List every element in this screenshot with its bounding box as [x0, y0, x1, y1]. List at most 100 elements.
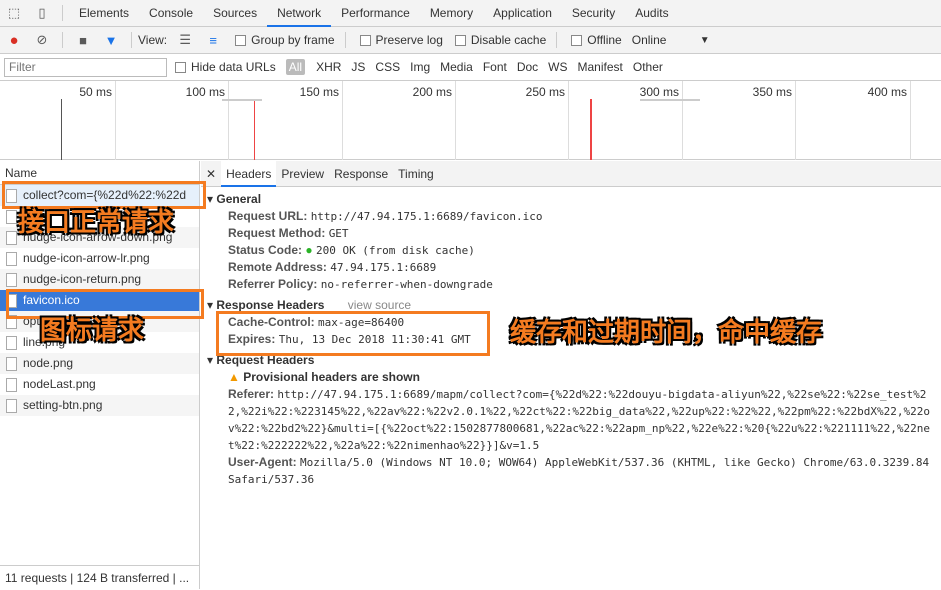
clear-icon[interactable]: ⊘ — [34, 32, 50, 48]
tab-performance[interactable]: Performance — [331, 0, 420, 27]
filter-type-media[interactable]: Media — [440, 60, 473, 74]
filter-type-css[interactable]: CSS — [375, 60, 400, 74]
header-key: Request URL: — [228, 209, 308, 223]
waterfall-icon[interactable]: ≡ — [205, 32, 221, 48]
group-by-frame-label: Group by frame — [251, 33, 335, 47]
timeline-tick: 50 ms — [79, 81, 116, 160]
general-section: ▾ General Request URL: http://47.94.175.… — [201, 187, 941, 293]
header-key: Request Method: — [228, 226, 326, 240]
file-icon — [6, 398, 17, 413]
close-icon[interactable]: ✕ — [201, 167, 221, 181]
general-toggle[interactable]: ▾ General — [207, 191, 941, 208]
header-row: Referer: http://47.94.175.1:6689/mapm/co… — [207, 386, 941, 454]
tab-application[interactable]: Application — [483, 0, 562, 27]
file-icon — [6, 272, 17, 287]
header-key: Status Code: — [228, 243, 303, 257]
offline-checkbox[interactable] — [571, 34, 583, 46]
tab-timing[interactable]: Timing — [393, 167, 439, 181]
header-value: 47.94.175.1:6689 — [330, 261, 437, 274]
throttle-select[interactable]: Online — [632, 33, 692, 47]
filter-type-manifest[interactable]: Manifest — [578, 60, 623, 74]
device-toolbar-icon[interactable]: ▯ — [34, 5, 50, 21]
disable-cache-checkbox[interactable] — [454, 34, 466, 46]
preserve-log-label: Preserve log — [375, 33, 443, 47]
header-value: GET — [328, 227, 349, 240]
header-row: Request Method: GET — [207, 225, 941, 242]
status-bar: 11 requests | 124 B transferred | ... — [0, 565, 199, 589]
request-name: node.png — [23, 356, 74, 370]
annotation-box — [216, 311, 490, 356]
tab-console[interactable]: Console — [139, 0, 203, 27]
header-row: Status Code: ● 200 OK (from disk cache) — [207, 242, 941, 259]
filter-input[interactable] — [4, 57, 167, 77]
view-source-link[interactable]: view source — [348, 298, 411, 312]
tab-headers[interactable]: Headers — [221, 160, 277, 187]
timeline-tick: 100 ms — [186, 81, 229, 160]
view-label: View: — [138, 33, 168, 47]
load-marker — [590, 99, 592, 160]
tab-memory[interactable]: Memory — [420, 0, 483, 27]
request-name: nudge-icon-return.png — [23, 272, 142, 286]
file-icon — [6, 356, 17, 371]
filter-type-ws[interactable]: WS — [548, 60, 567, 74]
group-by-frame-checkbox[interactable] — [235, 34, 247, 46]
request-name: setting-btn.png — [23, 398, 103, 412]
status-ok-icon: ● — [305, 243, 316, 257]
tab-response[interactable]: Response — [329, 167, 393, 181]
capture-screenshots-icon[interactable]: ■ — [75, 32, 91, 48]
request-row[interactable]: nudge-icon-return.png — [0, 269, 199, 290]
header-value: no-referrer-when-downgrade — [320, 278, 493, 291]
header-row: User-Agent: Mozilla/5.0 (Windows NT 10.0… — [207, 454, 941, 488]
timeline-tick: 300 ms — [640, 81, 683, 160]
filter-type-js[interactable]: JS — [351, 60, 365, 74]
filter-type-all[interactable]: All — [285, 59, 306, 75]
annotation-label: 图标请求 — [40, 315, 145, 345]
request-row[interactable]: node.png — [0, 353, 199, 374]
hide-data-urls-checkbox[interactable] — [175, 61, 186, 73]
preserve-log-checkbox[interactable] — [359, 34, 371, 46]
filter-type-other[interactable]: Other — [633, 60, 663, 74]
file-icon — [6, 209, 17, 224]
request-bar — [640, 99, 700, 101]
timeline-tick: 400 ms — [868, 81, 911, 160]
timeline-overview[interactable]: 50 ms 100 ms 150 ms 200 ms 250 ms 300 ms… — [0, 81, 941, 160]
devtools-tabbar: ⬚ ▯ Elements Console Sources Network Per… — [0, 0, 941, 27]
warning-icon: ▲ — [228, 370, 240, 384]
filter-type-img[interactable]: Img — [410, 60, 430, 74]
header-key: Referer: — [228, 387, 275, 401]
network-toolbar: ● ⊘ ■ ▼ View: ☰ ≡ Group by frame Preserv… — [0, 27, 941, 54]
annotation-label: 接口正常请求 — [18, 207, 175, 237]
divider — [556, 32, 558, 48]
header-value: Mozilla/5.0 (Windows NT 10.0; WOW64) App… — [228, 456, 930, 486]
request-detail-panel: ✕ Headers Preview Response Timing ▾ Gene… — [201, 160, 941, 589]
request-bar — [222, 99, 262, 101]
dom-content-loaded-marker — [61, 99, 62, 160]
filter-bar: Hide data URLs All XHR JS CSS Img Media … — [0, 54, 941, 81]
request-row[interactable]: setting-btn.png — [0, 395, 199, 416]
tab-sources[interactable]: Sources — [203, 0, 267, 27]
divider — [62, 5, 63, 21]
chevron-down-icon[interactable]: ▼ — [700, 35, 710, 46]
filter-type-doc[interactable]: Doc — [517, 60, 538, 74]
tab-security[interactable]: Security — [562, 0, 625, 27]
provisional-warning: ▲ Provisional headers are shown — [228, 370, 420, 384]
header-row: Referrer Policy: no-referrer-when-downgr… — [207, 276, 941, 293]
timeline-tick: 250 ms — [526, 81, 569, 160]
inspect-icon[interactable]: ⬚ — [6, 5, 22, 21]
record-icon[interactable]: ● — [6, 32, 22, 49]
large-rows-icon[interactable]: ☰ — [177, 32, 193, 48]
filter-icon[interactable]: ▼ — [103, 32, 119, 48]
disable-cache-label: Disable cache — [470, 33, 547, 47]
request-row[interactable]: nudge-icon-arrow-lr.png — [0, 248, 199, 269]
file-icon — [6, 335, 17, 350]
tab-preview[interactable]: Preview — [276, 167, 329, 181]
file-icon — [6, 377, 17, 392]
tab-network[interactable]: Network — [267, 0, 332, 27]
request-name: nodeLast.png — [23, 377, 96, 391]
request-row[interactable]: nodeLast.png — [0, 374, 199, 395]
file-icon — [6, 251, 17, 266]
filter-type-xhr[interactable]: XHR — [316, 60, 341, 74]
tab-elements[interactable]: Elements — [69, 0, 139, 27]
tab-audits[interactable]: Audits — [625, 0, 678, 27]
filter-type-font[interactable]: Font — [483, 60, 507, 74]
